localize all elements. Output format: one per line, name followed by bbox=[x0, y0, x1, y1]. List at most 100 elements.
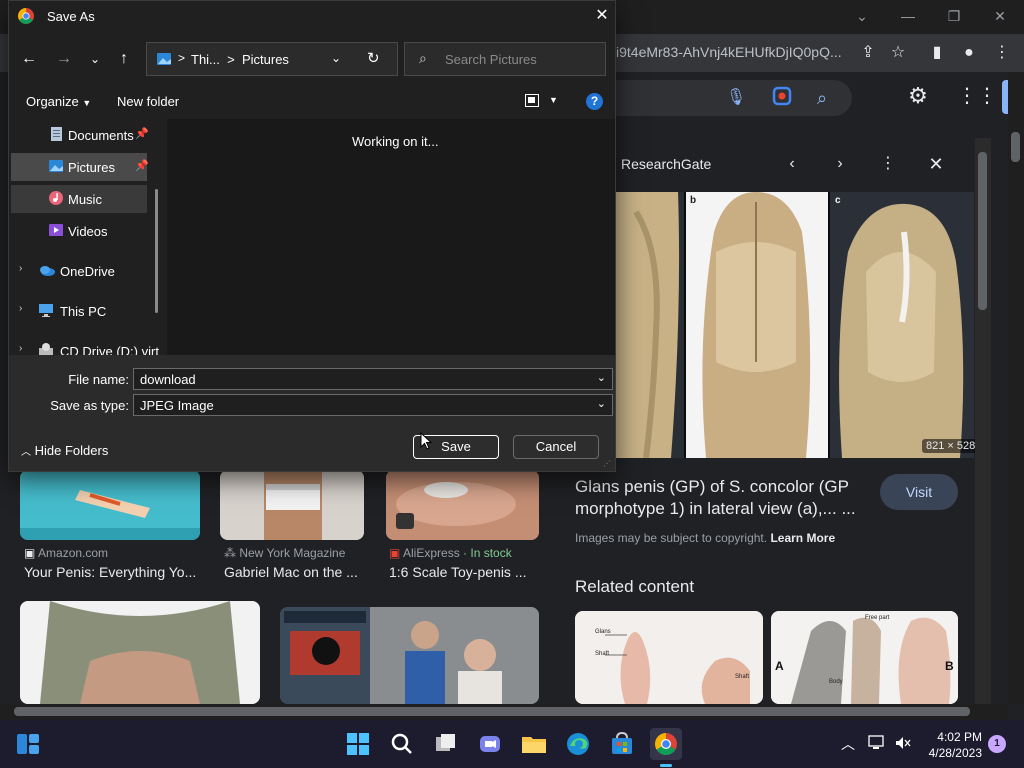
next-image-icon[interactable]: › bbox=[828, 152, 852, 176]
result-thumbnail[interactable] bbox=[20, 601, 260, 704]
prev-image-icon[interactable]: ‹ bbox=[780, 152, 804, 176]
recent-locations-icon[interactable]: ⌄ bbox=[83, 48, 107, 70]
close-window-button[interactable]: ✕ bbox=[980, 4, 1020, 28]
start-icon[interactable] bbox=[342, 728, 374, 760]
url-text[interactable]: i9t4eMr83-AhVnj4kEHUfkDjIQ0pQ... bbox=[616, 44, 842, 60]
search-icon[interactable]: ⌕ bbox=[810, 86, 834, 110]
related-thumbnail[interactable]: Glans Shaft Shaft bbox=[575, 611, 763, 704]
forward-arrow-icon[interactable]: → bbox=[52, 48, 76, 70]
cancel-button[interactable]: Cancel bbox=[513, 435, 599, 459]
cd-drive-icon bbox=[38, 342, 54, 355]
file-explorer-icon[interactable] bbox=[518, 728, 550, 760]
related-content-heading: Related content bbox=[575, 577, 695, 596]
expand-chevron-icon[interactable]: › bbox=[19, 343, 22, 354]
nav-item-documents[interactable]: Documents 📌 bbox=[11, 121, 149, 149]
onedrive-icon bbox=[38, 262, 55, 278]
chevron-down-icon[interactable]: ⌄ bbox=[597, 371, 606, 384]
preview-title[interactable]: Glans penis (GP) of S. concolor (GP morp… bbox=[575, 476, 875, 520]
nav-item-this-pc[interactable]: › This PC bbox=[11, 297, 147, 325]
music-icon bbox=[48, 190, 64, 206]
lens-icon[interactable] bbox=[770, 86, 794, 110]
nav-item-cd-drive[interactable]: › CD Drive (D:) virt bbox=[11, 337, 167, 355]
navigation-pane: Documents 📌 Pictures 📌 Music Videos › On… bbox=[9, 119, 167, 355]
expand-chevron-icon[interactable]: › bbox=[19, 263, 22, 274]
teams-chat-icon[interactable] bbox=[474, 728, 506, 760]
chevron-up-icon: ︿ bbox=[21, 447, 31, 458]
preview-image[interactable]: b c bbox=[616, 192, 974, 458]
result-title[interactable]: Your Penis: Everything Yo... bbox=[24, 564, 200, 580]
apps-grid-icon[interactable]: ⋮⋮ bbox=[957, 84, 997, 108]
back-arrow-icon[interactable]: ← bbox=[17, 48, 41, 70]
documents-icon bbox=[48, 126, 64, 142]
edge-icon[interactable] bbox=[562, 728, 594, 760]
more-options-icon[interactable]: ⋮ bbox=[876, 152, 900, 176]
save-as-type-select[interactable]: JPEG Image ⌄ bbox=[133, 394, 613, 416]
bookmark-star-icon[interactable]: ☆ bbox=[886, 41, 910, 65]
nav-item-videos[interactable]: Videos bbox=[11, 217, 147, 245]
store-icon[interactable] bbox=[606, 728, 638, 760]
horizontal-scrollbar-thumb[interactable] bbox=[14, 707, 970, 716]
voice-search-icon[interactable]: 🎙 bbox=[724, 86, 748, 110]
resize-grip-icon[interactable]: ⋰ bbox=[603, 459, 611, 468]
file-name-field[interactable]: download ⌄ bbox=[133, 368, 613, 390]
nav-item-music[interactable]: Music bbox=[11, 185, 147, 213]
loading-status: Working on it... bbox=[352, 134, 439, 149]
chrome-taskbar-icon[interactable] bbox=[650, 728, 682, 760]
expand-chevron-icon[interactable]: › bbox=[19, 303, 22, 314]
nav-item-pictures[interactable]: Pictures 📌 bbox=[11, 153, 149, 181]
widgets-icon[interactable] bbox=[16, 733, 40, 755]
new-folder-button[interactable]: New folder bbox=[117, 94, 179, 109]
address-bar[interactable]: > Thi... > Pictures ⌄ ↻ bbox=[146, 42, 398, 76]
network-icon[interactable] bbox=[868, 735, 886, 751]
system-clock[interactable]: 4:02 PM 4/28/2023 bbox=[924, 729, 982, 761]
search-input[interactable]: ⌕ Search Pictures bbox=[404, 42, 606, 76]
file-list-area[interactable]: Working on it... bbox=[167, 119, 615, 355]
search-icon[interactable] bbox=[386, 728, 418, 760]
view-dropdown-icon[interactable]: ▼ bbox=[549, 95, 558, 105]
chrome-menu-icon[interactable]: ⋮ bbox=[990, 41, 1014, 65]
page-scrollbar[interactable] bbox=[1008, 72, 1024, 704]
profile-icon[interactable]: ● bbox=[957, 41, 981, 65]
tab-search-icon[interactable]: ⌄ bbox=[842, 4, 882, 28]
breadcrumb-separator: > bbox=[178, 51, 186, 65]
chevron-down-icon[interactable]: ⌄ bbox=[597, 397, 606, 410]
related-thumbnail[interactable]: A B Body Free part bbox=[771, 611, 958, 704]
refresh-icon[interactable]: ↻ bbox=[367, 49, 380, 67]
task-view-icon[interactable] bbox=[430, 728, 462, 760]
restore-button[interactable]: ❐ bbox=[934, 4, 974, 28]
result-title[interactable]: 1:6 Scale Toy-penis ... bbox=[389, 564, 539, 580]
dialog-title: Save As bbox=[47, 9, 95, 24]
result-thumbnail[interactable] bbox=[386, 470, 539, 540]
result-thumbnail[interactable] bbox=[20, 470, 200, 540]
active-app-indicator bbox=[660, 764, 672, 767]
result-title[interactable]: Gabriel Mac on the ... bbox=[224, 564, 364, 580]
save-as-dialog: Save As ✕ ← → ⌄ ↑ > Thi... > Pictures ⌄ … bbox=[8, 0, 616, 472]
volume-muted-icon[interactable] bbox=[894, 735, 912, 751]
navigation-pane-scrollbar[interactable] bbox=[155, 189, 158, 313]
panel-scrollbar-thumb[interactable] bbox=[978, 152, 987, 310]
page-scrollbar-thumb[interactable] bbox=[1011, 132, 1020, 162]
breadcrumb[interactable]: Thi... > Pictures bbox=[191, 52, 289, 67]
close-preview-icon[interactable]: ✕ bbox=[924, 152, 948, 176]
hide-folders-toggle[interactable]: ︿ Hide Folders bbox=[21, 443, 108, 458]
this-pc-icon bbox=[38, 302, 54, 318]
settings-gear-icon[interactable]: ⚙ bbox=[906, 84, 930, 108]
result-thumbnail[interactable] bbox=[280, 607, 539, 704]
show-hidden-icons-icon[interactable]: ︿ bbox=[841, 734, 855, 754]
address-dropdown-icon[interactable]: ⌄ bbox=[331, 51, 341, 65]
help-icon[interactable]: ? bbox=[586, 93, 603, 110]
preview-source[interactable]: ResearchGate bbox=[621, 156, 711, 172]
minimize-button[interactable]: — bbox=[888, 4, 928, 28]
view-icon[interactable] bbox=[525, 94, 539, 107]
result-thumbnail[interactable] bbox=[220, 470, 364, 540]
learn-more-link[interactable]: Learn More bbox=[770, 531, 835, 545]
nav-item-onedrive[interactable]: › OneDrive bbox=[11, 257, 147, 285]
organize-menu[interactable]: Organize ▼ bbox=[26, 94, 91, 109]
visit-button[interactable]: Visit bbox=[880, 474, 958, 510]
close-dialog-button[interactable]: ✕ bbox=[589, 5, 615, 27]
side-panel-icon[interactable]: ▮ bbox=[925, 41, 949, 65]
share-icon[interactable]: ⇪ bbox=[856, 41, 880, 65]
notification-badge[interactable]: 1 bbox=[988, 735, 1006, 753]
pictures-folder-icon bbox=[156, 51, 172, 67]
up-arrow-icon[interactable]: ↑ bbox=[112, 48, 136, 70]
